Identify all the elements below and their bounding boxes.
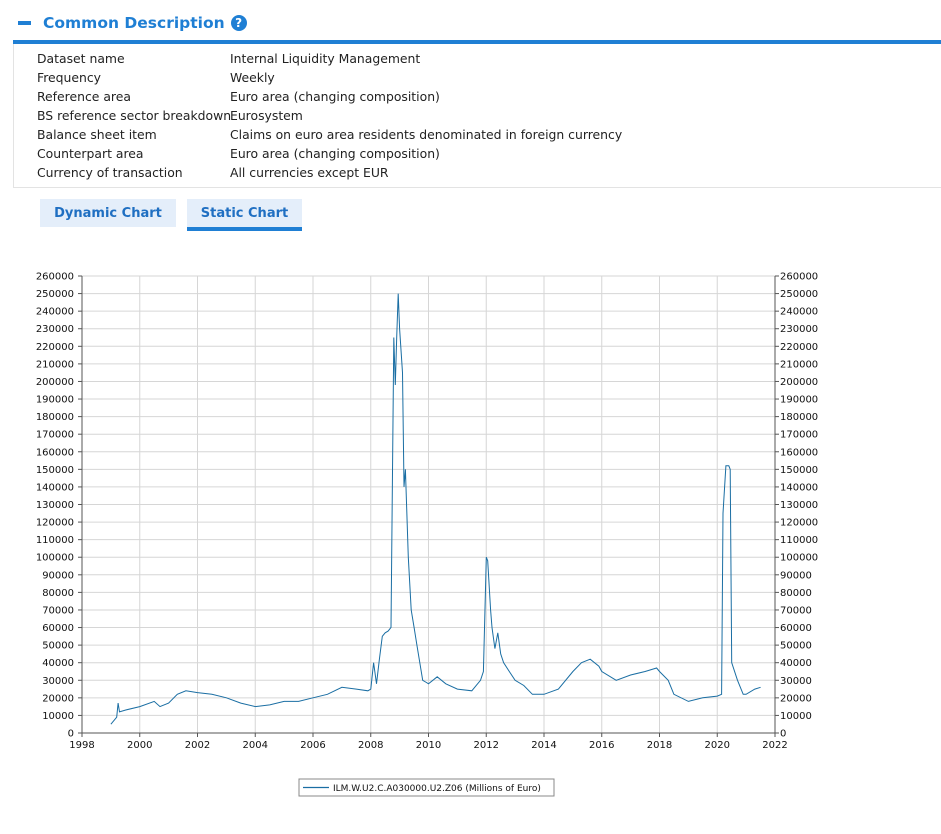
y-tick-label-right: 130000 xyxy=(780,500,818,511)
desc-label: Frequency xyxy=(37,70,102,85)
y-tick-label-left: 140000 xyxy=(36,482,74,493)
desc-label: Balance sheet item xyxy=(37,127,157,142)
y-tick-label-left: 120000 xyxy=(36,518,74,529)
desc-label: Dataset name xyxy=(37,51,125,66)
desc-label: Currency of transaction xyxy=(37,165,183,180)
desc-label: Reference area xyxy=(37,89,131,104)
y-tick-label-left: 0 xyxy=(68,729,74,740)
y-tick-label-right: 260000 xyxy=(780,272,818,283)
y-tick-label-right: 160000 xyxy=(780,447,818,458)
y-tick-label-left: 40000 xyxy=(42,658,74,669)
description-panel: Dataset name Internal Liquidity Manageme… xyxy=(13,44,941,188)
y-tick-label-left: 110000 xyxy=(36,535,74,546)
desc-value: Weekly xyxy=(230,70,275,85)
x-tick-label: 2020 xyxy=(705,740,730,751)
y-tick-label-left: 80000 xyxy=(42,588,74,599)
y-tick-label-left: 250000 xyxy=(36,289,74,300)
y-tick-label-left: 60000 xyxy=(42,623,74,634)
desc-value: Eurosystem xyxy=(230,108,303,123)
y-tick-label-right: 180000 xyxy=(780,412,818,423)
collapse-minus-icon[interactable] xyxy=(18,21,31,25)
help-icon[interactable]: ? xyxy=(230,15,247,31)
y-tick-label-right: 120000 xyxy=(780,518,818,529)
y-tick-label-left: 160000 xyxy=(36,447,74,458)
y-tick-label-left: 50000 xyxy=(42,641,74,652)
y-tick-label-right: 60000 xyxy=(780,623,812,634)
y-tick-label-right: 10000 xyxy=(780,711,812,722)
y-tick-label-right: 200000 xyxy=(780,377,818,388)
y-tick-label-right: 150000 xyxy=(780,465,818,476)
x-tick-label: 2000 xyxy=(127,740,152,751)
desc-value: Euro area (changing composition) xyxy=(230,89,440,104)
y-tick-label-right: 30000 xyxy=(780,676,812,687)
y-tick-label-right: 250000 xyxy=(780,289,818,300)
y-tick-label-right: 140000 xyxy=(780,482,818,493)
y-tick-label-left: 230000 xyxy=(36,324,74,335)
y-tick-label-left: 210000 xyxy=(36,359,74,370)
x-tick-label: 2014 xyxy=(531,740,556,751)
y-tick-label-right: 90000 xyxy=(780,570,812,581)
x-tick-label: 2002 xyxy=(185,740,210,751)
x-tick-label: 2010 xyxy=(416,740,441,751)
legend-label: ILM.W.U2.C.A030000.U2.Z06 (Millions of E… xyxy=(333,784,541,794)
x-tick-label: 2004 xyxy=(243,740,268,751)
y-tick-label-right: 220000 xyxy=(780,342,818,353)
y-tick-label-right: 80000 xyxy=(780,588,812,599)
y-tick-label-right: 240000 xyxy=(780,307,818,318)
y-tick-label-left: 200000 xyxy=(36,377,74,388)
x-tick-label: 2012 xyxy=(474,740,499,751)
desc-row-reference-area: Reference area Euro area (changing compo… xyxy=(37,89,440,108)
desc-value: Euro area (changing composition) xyxy=(230,146,440,161)
y-tick-label-right: 110000 xyxy=(780,535,818,546)
desc-label: BS reference sector breakdown xyxy=(37,108,232,123)
y-tick-label-left: 260000 xyxy=(36,272,74,283)
desc-value: All currencies except EUR xyxy=(230,165,389,180)
y-tick-label-right: 70000 xyxy=(780,605,812,616)
desc-row-dataset-name: Dataset name Internal Liquidity Manageme… xyxy=(37,51,420,70)
y-tick-label-right: 0 xyxy=(780,729,786,740)
y-tick-label-left: 100000 xyxy=(36,553,74,564)
y-tick-label-left: 150000 xyxy=(36,465,74,476)
static-chart: 0 0 10000 10000 20000 20000 30000 30000 40000 400… xyxy=(36,272,818,797)
y-tick-label-right: 170000 xyxy=(780,430,818,441)
y-tick-label-left: 30000 xyxy=(42,676,74,687)
desc-row-currency: Currency of transaction All currencies e… xyxy=(37,165,389,184)
desc-row-frequency: Frequency Weekly xyxy=(37,70,275,89)
y-tick-label-right: 20000 xyxy=(780,693,812,704)
x-tick-label: 2006 xyxy=(300,740,325,751)
desc-value: Claims on euro area residents denominate… xyxy=(230,127,623,142)
y-tick-label-left: 170000 xyxy=(36,430,74,441)
section-title: Common Description xyxy=(43,14,225,32)
x-tick-label: 2022 xyxy=(762,740,787,751)
y-tick-label-left: 10000 xyxy=(42,711,74,722)
y-tick-label-right: 190000 xyxy=(780,395,818,406)
y-tick-label-right: 210000 xyxy=(780,359,818,370)
y-tick-label-left: 180000 xyxy=(36,412,74,423)
y-tick-label-left: 220000 xyxy=(36,342,74,353)
x-tick-label: 2008 xyxy=(358,740,383,751)
y-tick-label-right: 100000 xyxy=(780,553,818,564)
y-tick-label-left: 130000 xyxy=(36,500,74,511)
y-tick-label-left: 70000 xyxy=(42,605,74,616)
y-tick-label-left: 20000 xyxy=(42,693,74,704)
x-tick-label: 1998 xyxy=(69,740,94,751)
y-tick-label-left: 240000 xyxy=(36,307,74,318)
y-tick-label-right: 230000 xyxy=(780,324,818,335)
tab-static-chart[interactable]: Static Chart xyxy=(187,199,302,231)
y-tick-label-left: 90000 xyxy=(42,570,74,581)
y-tick-label-left: 190000 xyxy=(36,395,74,406)
desc-label: Counterpart area xyxy=(37,146,144,161)
y-tick-label-right: 50000 xyxy=(780,641,812,652)
desc-row-balance-sheet-item: Balance sheet item Claims on euro area r… xyxy=(37,127,622,146)
desc-row-bs-sector: BS reference sector breakdown Eurosystem xyxy=(37,108,303,127)
y-tick-label-right: 40000 xyxy=(780,658,812,669)
desc-row-counterpart-area: Counterpart area Euro area (changing com… xyxy=(37,146,440,165)
x-tick-label: 2016 xyxy=(589,740,614,751)
tab-dynamic-chart[interactable]: Dynamic Chart xyxy=(40,199,176,227)
x-tick-label: 2018 xyxy=(647,740,672,751)
desc-value: Internal Liquidity Management xyxy=(230,51,421,66)
section-header[interactable]: Common Description ? xyxy=(18,10,247,36)
